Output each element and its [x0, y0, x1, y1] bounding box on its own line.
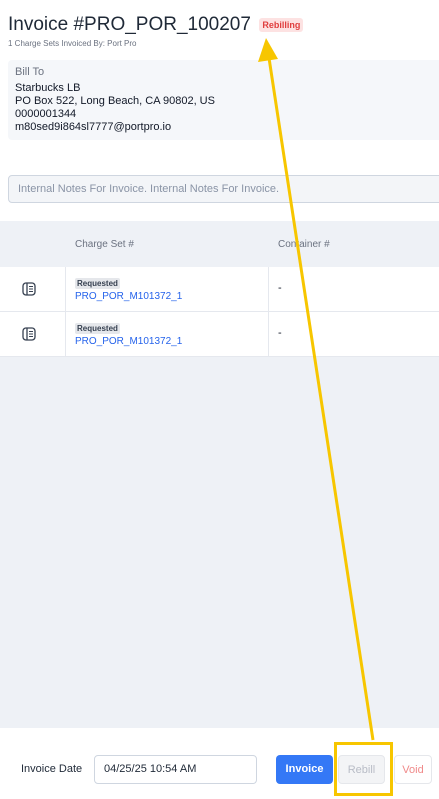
invoice-subtitle: 1 Charge Sets Invoiced By: Port Pro: [8, 39, 137, 48]
row-status-badge: Requested: [75, 278, 120, 289]
status-badge: Rebilling: [259, 18, 304, 32]
void-button[interactable]: Void: [394, 755, 432, 784]
charge-set-link[interactable]: PRO_POR_M101372_1: [75, 336, 182, 347]
document-icon[interactable]: [22, 282, 36, 296]
internal-notes-input[interactable]: Internal Notes For Invoice. Internal Not…: [8, 175, 439, 203]
cell-divider: [65, 312, 66, 356]
page-title: Invoice #PRO_POR_100207: [8, 14, 251, 35]
customer-phone: 0000001344: [15, 108, 77, 120]
container-value: -: [278, 327, 282, 339]
customer-address: PO Box 522, Long Beach, CA 90802, US: [15, 95, 215, 107]
row-status-badge: Requested: [75, 323, 120, 334]
cell-divider: [268, 312, 269, 356]
invoice-date-input[interactable]: 04/25/25 10:54 AM: [94, 755, 257, 784]
container-value: -: [278, 282, 282, 294]
bill-to-card: Bill To Starbucks LB PO Box 522, Long Be…: [8, 60, 439, 140]
highlight-box: [334, 742, 393, 796]
column-header-container: Container #: [278, 239, 330, 250]
cell-divider: [268, 267, 269, 311]
invoice-header: Invoice #PRO_POR_100207 Rebilling: [8, 14, 304, 36]
charge-set-table: Charge Set # Container # Requested PRO_P…: [0, 221, 439, 728]
table-row: Requested PRO_POR_M101372_1 -: [0, 267, 439, 312]
charge-set-link[interactable]: PRO_POR_M101372_1: [75, 291, 182, 302]
cell-divider: [65, 267, 66, 311]
customer-name: Starbucks LB: [15, 82, 81, 94]
table-row: Requested PRO_POR_M101372_1 -: [0, 312, 439, 357]
invoice-date-label: Invoice Date: [21, 763, 83, 775]
document-icon[interactable]: [22, 327, 36, 341]
column-header-charge-set: Charge Set #: [75, 239, 134, 250]
customer-email: m80sed9i864sl7777@portpro.io: [15, 121, 172, 133]
table-header: Charge Set # Container #: [0, 221, 439, 267]
invoice-button[interactable]: Invoice: [276, 755, 333, 784]
bill-to-label: Bill To: [15, 66, 45, 78]
